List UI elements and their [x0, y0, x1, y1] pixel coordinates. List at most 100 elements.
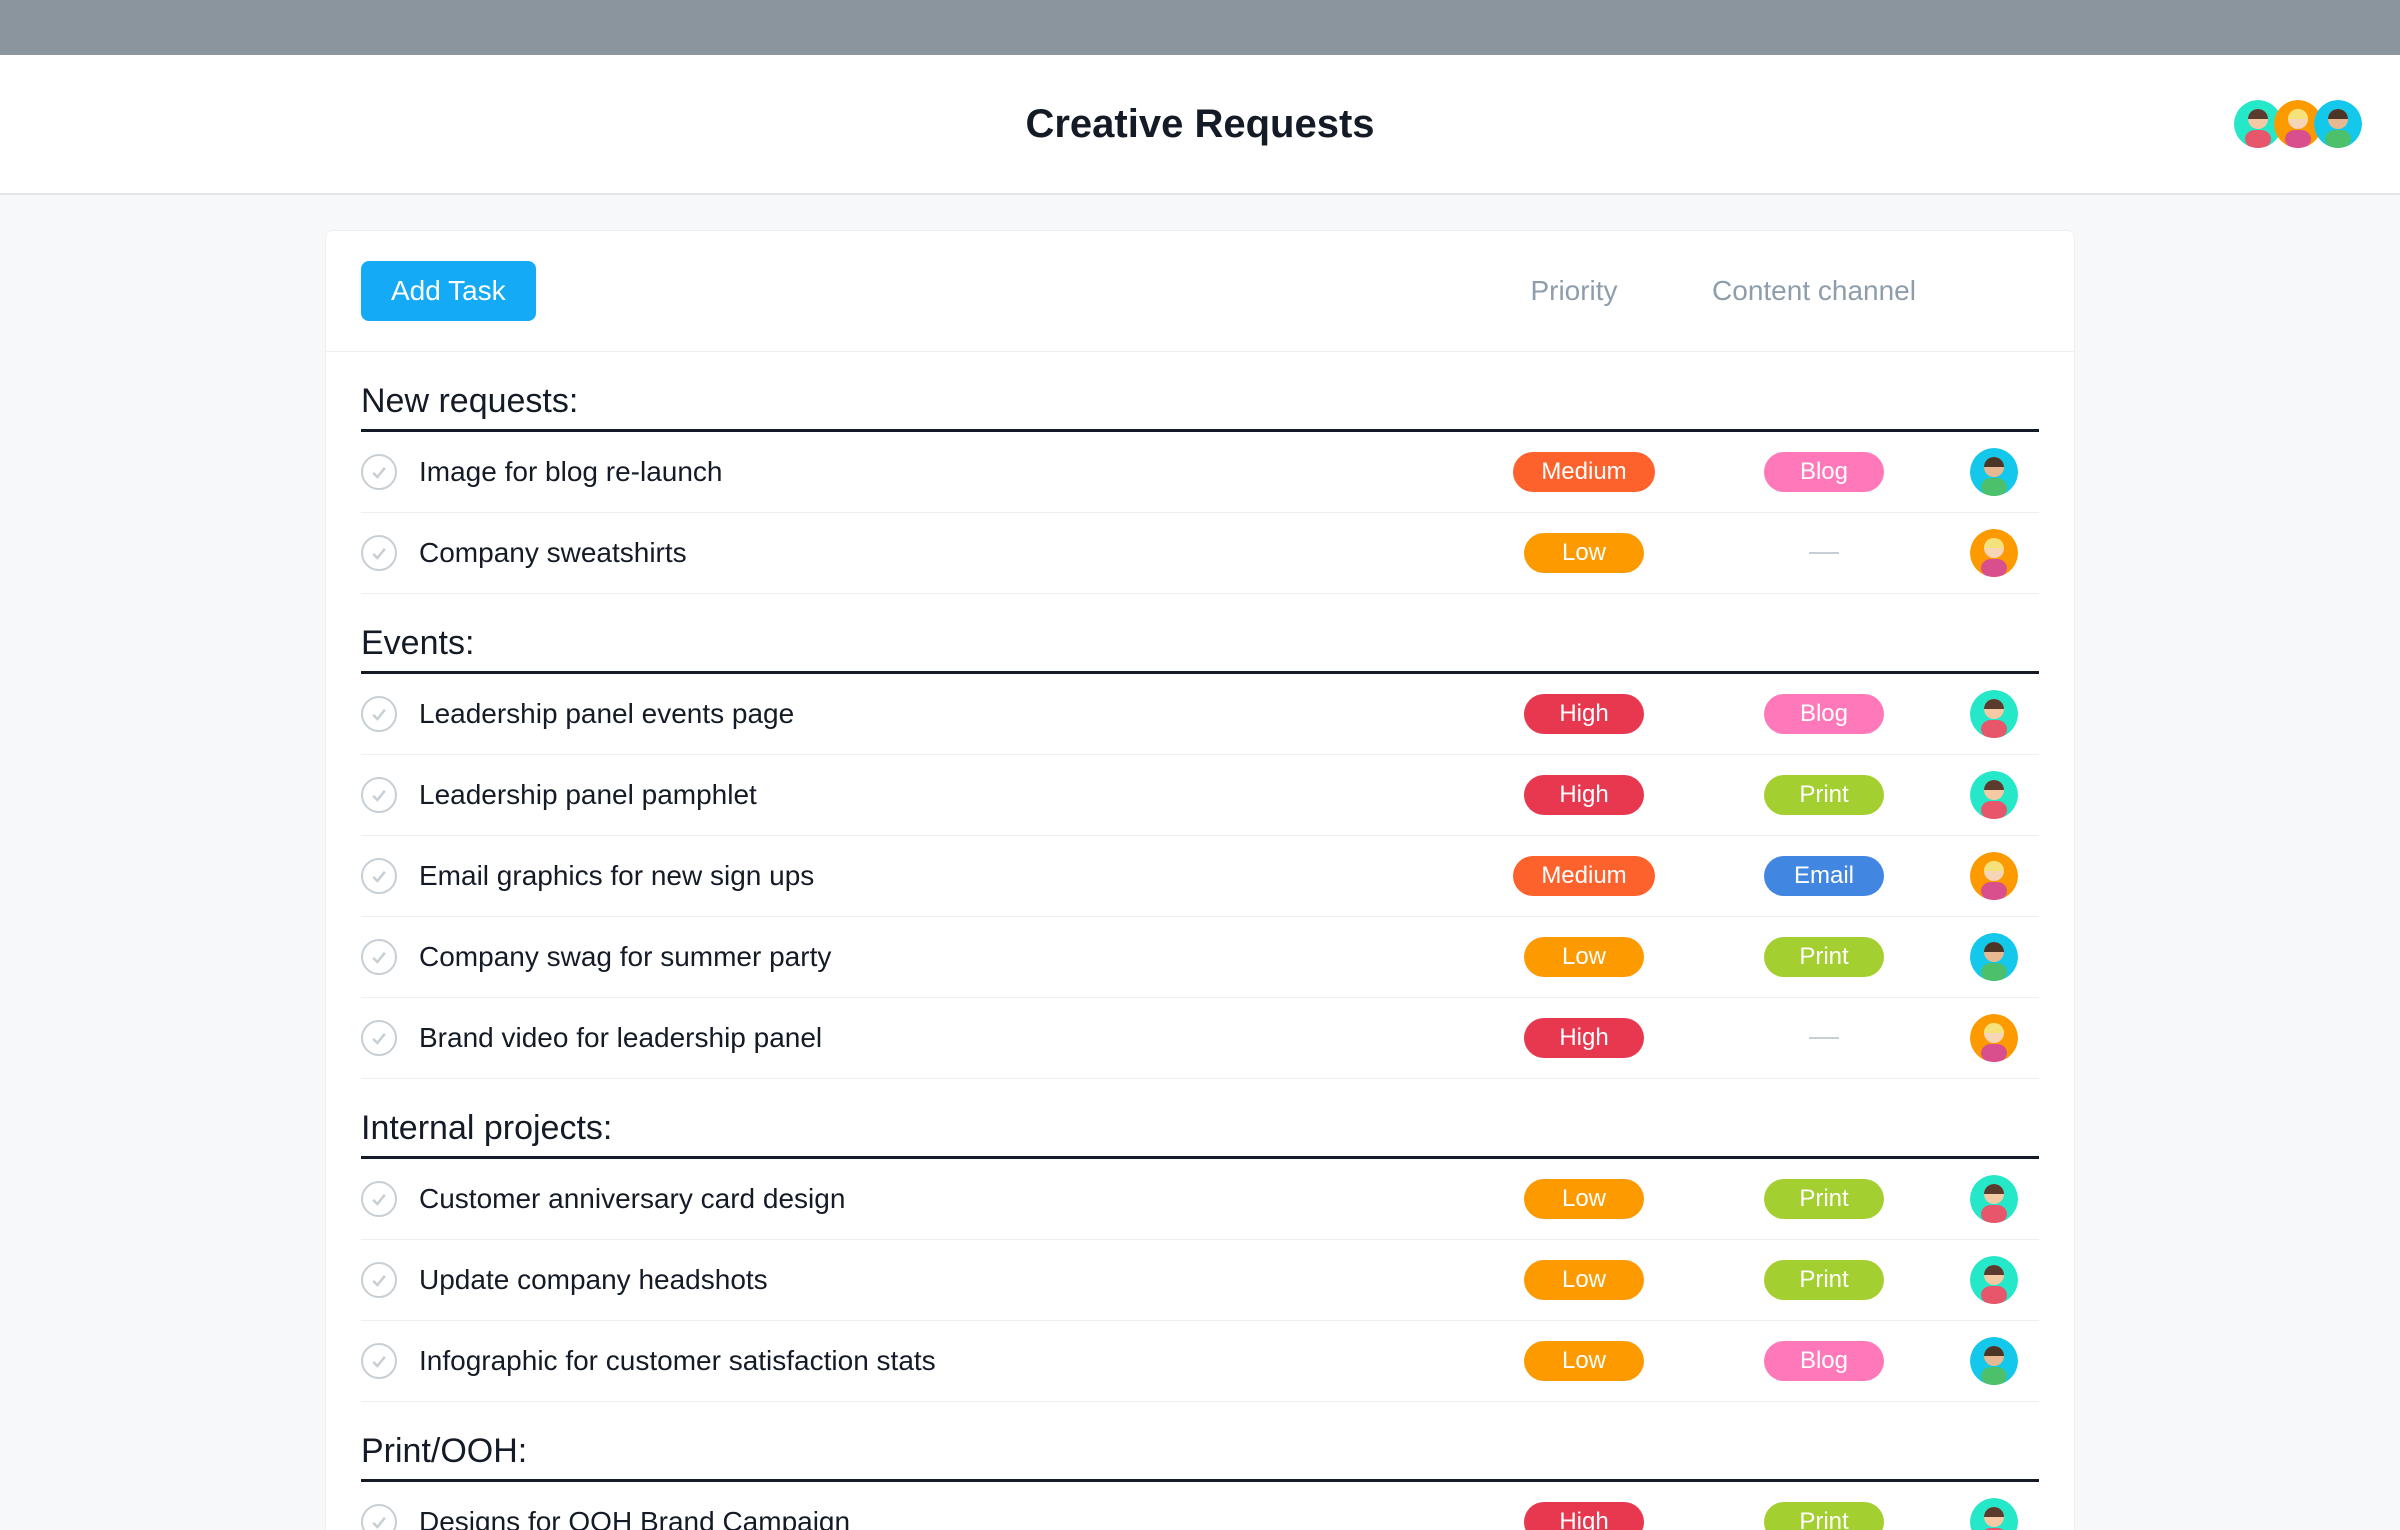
- task-name[interactable]: Leadership panel pamphlet: [419, 779, 1469, 811]
- priority-cell[interactable]: Medium: [1469, 452, 1699, 492]
- priority-pill[interactable]: Medium: [1513, 452, 1654, 492]
- priority-cell[interactable]: Low: [1469, 1341, 1699, 1381]
- priority-cell[interactable]: High: [1469, 694, 1699, 734]
- channel-cell[interactable]: Print: [1699, 1179, 1949, 1219]
- column-header-channel[interactable]: Content channel: [1689, 275, 1939, 307]
- channel-cell[interactable]: Email: [1699, 856, 1949, 896]
- task-name[interactable]: Company swag for summer party: [419, 941, 1469, 973]
- channel-pill[interactable]: Email: [1764, 856, 1884, 896]
- task-row[interactable]: Leadership panel pamphlet High Print: [361, 755, 2039, 836]
- complete-checkbox[interactable]: [361, 1262, 397, 1298]
- priority-pill[interactable]: High: [1524, 1502, 1644, 1530]
- complete-checkbox[interactable]: [361, 1504, 397, 1530]
- channel-cell[interactable]: Print: [1699, 937, 1949, 977]
- avatar[interactable]: [1970, 448, 2018, 496]
- avatar[interactable]: [1970, 1175, 2018, 1223]
- complete-checkbox[interactable]: [361, 1181, 397, 1217]
- priority-pill[interactable]: High: [1524, 694, 1644, 734]
- priority-pill[interactable]: Low: [1524, 1260, 1644, 1300]
- channel-pill[interactable]: Print: [1764, 1502, 1884, 1530]
- task-row[interactable]: Update company headshots Low Print: [361, 1240, 2039, 1321]
- assignee-cell[interactable]: [1949, 1256, 2039, 1304]
- assignee-cell[interactable]: [1949, 690, 2039, 738]
- channel-pill[interactable]: Blog: [1764, 452, 1884, 492]
- complete-checkbox[interactable]: [361, 858, 397, 894]
- channel-pill[interactable]: Print: [1764, 775, 1884, 815]
- section-title[interactable]: Print/OOH:: [361, 1432, 2039, 1482]
- assignee-cell[interactable]: [1949, 1175, 2039, 1223]
- avatar[interactable]: [1970, 933, 2018, 981]
- complete-checkbox[interactable]: [361, 1343, 397, 1379]
- assignee-cell[interactable]: [1949, 771, 2039, 819]
- avatar[interactable]: [1970, 1337, 2018, 1385]
- channel-cell[interactable]: Print: [1699, 1260, 1949, 1300]
- channel-pill[interactable]: Print: [1764, 1179, 1884, 1219]
- priority-pill[interactable]: Low: [1524, 1179, 1644, 1219]
- assignee-cell[interactable]: [1949, 1498, 2039, 1530]
- channel-cell[interactable]: Print: [1699, 775, 1949, 815]
- assignee-cell[interactable]: [1949, 852, 2039, 900]
- channel-pill[interactable]: Blog: [1764, 694, 1884, 734]
- priority-cell[interactable]: Low: [1469, 1179, 1699, 1219]
- task-name[interactable]: Company sweatshirts: [419, 537, 1469, 569]
- task-row[interactable]: Image for blog re-launchMediumBlog: [361, 432, 2039, 513]
- channel-cell[interactable]: Blog: [1699, 452, 1949, 492]
- task-name[interactable]: Brand video for leadership panel: [419, 1022, 1469, 1054]
- priority-cell[interactable]: High: [1469, 1502, 1699, 1530]
- channel-pill[interactable]: Blog: [1764, 1341, 1884, 1381]
- section-title[interactable]: Internal projects:: [361, 1109, 2039, 1159]
- task-row[interactable]: Email graphics for new sign ups Medium Ema…: [361, 836, 2039, 917]
- add-task-button[interactable]: Add Task: [361, 261, 536, 321]
- avatar[interactable]: [1970, 1498, 2018, 1530]
- task-row[interactable]: Company sweatshirtsLow: [361, 513, 2039, 594]
- priority-cell[interactable]: Low: [1469, 937, 1699, 977]
- channel-pill[interactable]: Print: [1764, 1260, 1884, 1300]
- assignee-cell[interactable]: [1949, 529, 2039, 577]
- task-name[interactable]: Leadership panel events page: [419, 698, 1469, 730]
- channel-cell[interactable]: Blog: [1699, 1341, 1949, 1381]
- complete-checkbox[interactable]: [361, 777, 397, 813]
- assignee-cell[interactable]: [1949, 1014, 2039, 1062]
- priority-cell[interactable]: High: [1469, 775, 1699, 815]
- priority-cell[interactable]: High: [1469, 1018, 1699, 1058]
- avatar[interactable]: [1970, 690, 2018, 738]
- channel-cell[interactable]: [1699, 552, 1949, 554]
- priority-pill[interactable]: Low: [1524, 1341, 1644, 1381]
- priority-pill[interactable]: Medium: [1513, 856, 1654, 896]
- priority-pill[interactable]: Low: [1524, 937, 1644, 977]
- task-name[interactable]: Designs for OOH Brand Campaign: [419, 1506, 1469, 1530]
- section-title[interactable]: New requests:: [361, 382, 2039, 432]
- task-row[interactable]: Designs for OOH Brand Campaign High Print: [361, 1482, 2039, 1530]
- task-name[interactable]: Customer anniversary card design: [419, 1183, 1469, 1215]
- avatar[interactable]: [1970, 852, 2018, 900]
- complete-checkbox[interactable]: [361, 1020, 397, 1056]
- priority-pill[interactable]: High: [1524, 775, 1644, 815]
- task-name[interactable]: Email graphics for new sign ups: [419, 860, 1469, 892]
- task-row[interactable]: Company swag for summer party Low Print: [361, 917, 2039, 998]
- header-avatars[interactable]: [2242, 100, 2362, 148]
- complete-checkbox[interactable]: [361, 535, 397, 571]
- channel-cell[interactable]: Blog: [1699, 694, 1949, 734]
- task-name[interactable]: Infographic for customer satisfaction st…: [419, 1345, 1469, 1377]
- task-name[interactable]: Update company headshots: [419, 1264, 1469, 1296]
- complete-checkbox[interactable]: [361, 454, 397, 490]
- priority-cell[interactable]: Low: [1469, 1260, 1699, 1300]
- channel-pill[interactable]: Print: [1764, 937, 1884, 977]
- channel-cell[interactable]: Print: [1699, 1502, 1949, 1530]
- avatar[interactable]: [1970, 529, 2018, 577]
- avatar[interactable]: [1970, 771, 2018, 819]
- complete-checkbox[interactable]: [361, 939, 397, 975]
- task-row[interactable]: Leadership panel events page High Blog: [361, 674, 2039, 755]
- task-row[interactable]: Customer anniversary card design Low Print: [361, 1159, 2039, 1240]
- assignee-cell[interactable]: [1949, 448, 2039, 496]
- priority-cell[interactable]: Medium: [1469, 856, 1699, 896]
- task-row[interactable]: Infographic for customer satisfaction st…: [361, 1321, 2039, 1402]
- section-title[interactable]: Events:: [361, 624, 2039, 674]
- column-header-priority[interactable]: Priority: [1459, 275, 1689, 307]
- avatar[interactable]: [1970, 1014, 2018, 1062]
- channel-cell[interactable]: [1699, 1037, 1949, 1039]
- avatar[interactable]: [2314, 100, 2362, 148]
- task-row[interactable]: Brand video for leadership panel High: [361, 998, 2039, 1079]
- priority-cell[interactable]: Low: [1469, 533, 1699, 573]
- priority-pill[interactable]: High: [1524, 1018, 1644, 1058]
